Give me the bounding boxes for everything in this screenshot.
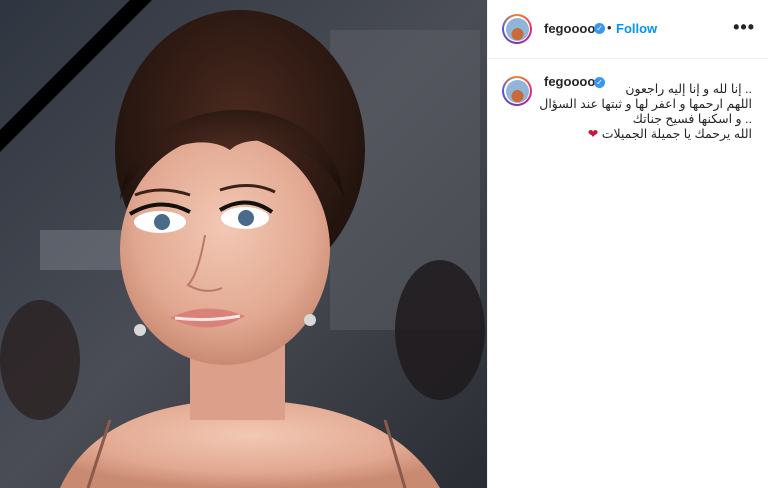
caption-line-1: .. إنا لله و إنا إليه راجعون — [625, 82, 752, 96]
caption-line-2: اللهم ارحمها و اعفر لها و ثبتها عند السؤ… — [539, 97, 752, 111]
avatar-ring — [504, 16, 530, 42]
portrait-photo — [0, 0, 487, 488]
post-header: fegoooo ✓ • Follow ••• — [488, 0, 768, 59]
verified-badge-icon: ✓ — [594, 23, 605, 34]
more-options-icon[interactable]: ••• — [733, 18, 755, 36]
caption-text: .. إنا لله و إنا إليه راجعون اللهم ارحمه… — [538, 82, 752, 142]
avatar-image — [505, 17, 529, 41]
caption-line-4-text: الله يرحمك يا جميلة الجميلات — [601, 127, 752, 141]
caption-avatar[interactable] — [502, 76, 532, 106]
heart-icon: ❤ — [587, 127, 599, 141]
caption-avatar-image — [505, 79, 529, 103]
post-image[interactable] — [0, 0, 487, 488]
header-username[interactable]: fegoooo — [544, 21, 595, 36]
caption-line-3: .. و اسكنها فسيح جناتك — [632, 112, 752, 126]
caption-avatar-ring — [504, 78, 530, 104]
follow-button[interactable]: Follow — [616, 21, 657, 36]
separator-dot: • — [607, 20, 612, 35]
post-sidebar: fegoooo ✓ • Follow ••• fegoooo ✓ .. إنا … — [487, 0, 768, 488]
caption-line-4: الله يرحمك يا جميلة الجميلات ❤ — [538, 127, 752, 142]
avatar[interactable] — [502, 14, 532, 44]
